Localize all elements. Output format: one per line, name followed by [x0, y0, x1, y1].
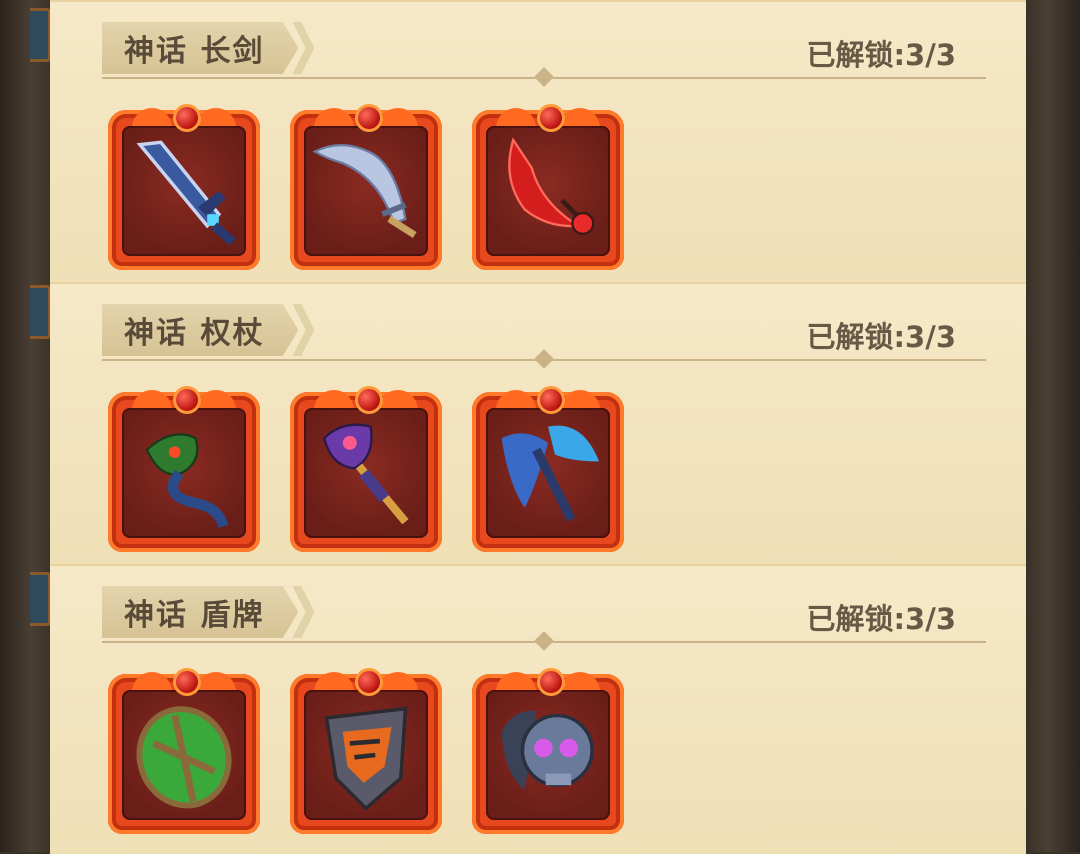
diamond-ornament: [534, 67, 554, 87]
section-mythic-sword: 神话 长剑 已解锁:3/3: [50, 0, 1026, 284]
scimitar-icon: [308, 130, 424, 252]
item-row: [102, 666, 630, 838]
item-slot-orange-armor-shield[interactable]: [284, 666, 448, 838]
unlock-count: 已解锁:3/3: [806, 602, 956, 636]
section-mythic-shield: 神话 盾牌 已解锁:3/3: [50, 564, 1026, 854]
unlock-count: 已解锁:3/3: [806, 38, 956, 72]
section-mythic-scepter: 神话 权杖 已解锁:3/3: [50, 282, 1026, 566]
item-slot-purple-scepter[interactable]: [284, 384, 448, 556]
green-shield-icon: [126, 694, 242, 816]
item-slot-blue-sword[interactable]: [102, 102, 266, 274]
border-notch: [30, 285, 51, 339]
right-border: [1026, 0, 1080, 852]
red-blade-icon: [490, 130, 606, 252]
dragon-staff-icon: [126, 412, 242, 534]
item-slot-green-shield[interactable]: [102, 666, 266, 838]
section-header-tag: 神话 长剑: [102, 20, 315, 76]
item-slot-skull-shield[interactable]: [466, 666, 630, 838]
item-slot-red-blade[interactable]: [466, 102, 630, 274]
left-border: [0, 0, 52, 852]
item-row: [102, 384, 630, 556]
divider: [102, 631, 986, 651]
collection-panel: 神话 长剑 已解锁:3/3 神话 权杖 已解锁:3/3 神话 盾牌 已解锁:3/…: [50, 0, 1026, 854]
unlock-count: 已解锁:3/3: [806, 320, 956, 354]
orange-armor-shield-icon: [308, 694, 424, 816]
border-notch: [30, 572, 51, 626]
section-title: 神话 长剑: [102, 22, 299, 74]
purple-scepter-icon: [308, 412, 424, 534]
border-notch: [30, 8, 51, 62]
item-slot-scimitar[interactable]: [284, 102, 448, 274]
blue-wing-staff-icon: [490, 412, 606, 534]
skull-shield-icon: [490, 694, 606, 816]
divider: [102, 349, 986, 369]
item-slot-blue-wing-staff[interactable]: [466, 384, 630, 556]
section-header-tag: 神话 盾牌: [102, 584, 315, 640]
divider: [102, 67, 986, 87]
section-title: 神话 盾牌: [102, 586, 299, 638]
section-header-tag: 神话 权杖: [102, 302, 315, 358]
item-slot-dragon-staff[interactable]: [102, 384, 266, 556]
diamond-ornament: [534, 631, 554, 651]
diamond-ornament: [534, 349, 554, 369]
item-row: [102, 102, 630, 274]
section-title: 神话 权杖: [102, 304, 299, 356]
blue-sword-icon: [126, 130, 242, 252]
